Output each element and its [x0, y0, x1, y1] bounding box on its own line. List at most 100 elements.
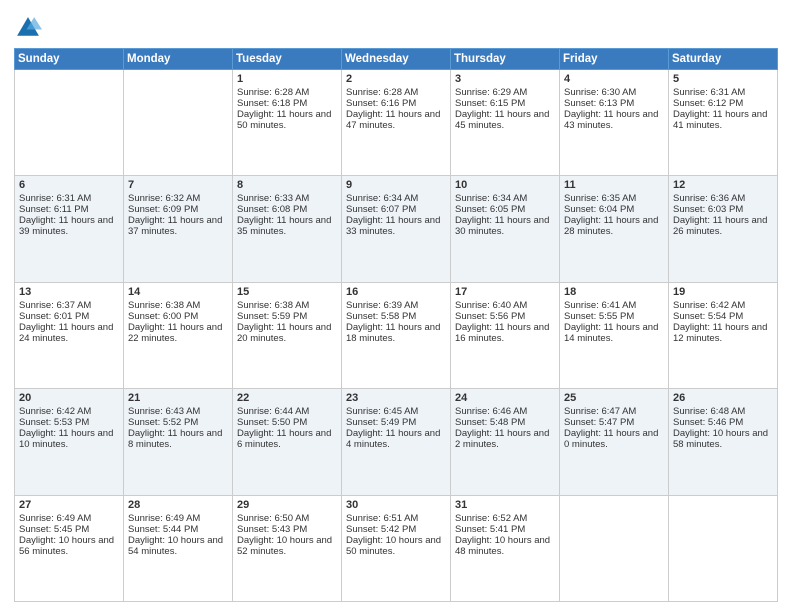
- calendar-cell: 20Sunrise: 6:42 AMSunset: 5:53 PMDayligh…: [15, 389, 124, 495]
- day-info: Sunrise: 6:46 AM: [455, 406, 555, 417]
- day-info: Daylight: 11 hours and 18 minutes.: [346, 322, 446, 344]
- day-info: Daylight: 10 hours and 54 minutes.: [128, 535, 228, 557]
- day-info: Sunset: 6:01 PM: [19, 311, 119, 322]
- day-info: Daylight: 11 hours and 16 minutes.: [455, 322, 555, 344]
- day-number: 24: [455, 392, 555, 404]
- logo: [14, 14, 44, 42]
- day-info: Daylight: 11 hours and 39 minutes.: [19, 215, 119, 237]
- col-header-friday: Friday: [560, 49, 669, 70]
- calendar-cell: 31Sunrise: 6:52 AMSunset: 5:41 PMDayligh…: [451, 495, 560, 601]
- day-info: Daylight: 10 hours and 52 minutes.: [237, 535, 337, 557]
- calendar-cell: 26Sunrise: 6:48 AMSunset: 5:46 PMDayligh…: [669, 389, 778, 495]
- calendar-cell: 2Sunrise: 6:28 AMSunset: 6:16 PMDaylight…: [342, 70, 451, 176]
- day-info: Sunrise: 6:49 AM: [19, 513, 119, 524]
- day-number: 21: [128, 392, 228, 404]
- day-number: 27: [19, 499, 119, 511]
- calendar-cell: 5Sunrise: 6:31 AMSunset: 6:12 PMDaylight…: [669, 70, 778, 176]
- day-number: 10: [455, 179, 555, 191]
- calendar-cell: 14Sunrise: 6:38 AMSunset: 6:00 PMDayligh…: [124, 282, 233, 388]
- calendar-row: 20Sunrise: 6:42 AMSunset: 5:53 PMDayligh…: [15, 389, 778, 495]
- day-info: Sunset: 6:18 PM: [237, 98, 337, 109]
- day-info: Sunrise: 6:42 AM: [19, 406, 119, 417]
- col-header-thursday: Thursday: [451, 49, 560, 70]
- day-info: Daylight: 11 hours and 12 minutes.: [673, 322, 773, 344]
- logo-icon: [14, 14, 42, 42]
- calendar-cell: 6 Sunrise: 6:31 AMSunset: 6:11 PMDaylight…: [15, 176, 124, 282]
- day-info: Sunrise: 6:31 AM: [19, 193, 119, 204]
- day-info: Sunrise: 6:44 AM: [237, 406, 337, 417]
- day-info: Sunrise: 6:33 AM: [237, 193, 337, 204]
- day-info: Sunset: 6:03 PM: [673, 204, 773, 215]
- day-info: Sunset: 6:13 PM: [564, 98, 664, 109]
- col-header-wednesday: Wednesday: [342, 49, 451, 70]
- day-info: Sunset: 5:49 PM: [346, 417, 446, 428]
- day-info: Sunset: 5:55 PM: [564, 311, 664, 322]
- day-number: 17: [455, 286, 555, 298]
- day-info: Daylight: 11 hours and 43 minutes.: [564, 109, 664, 131]
- calendar-row: 6Sunrise: 6:31 AMSunset: 6:11 PMDaylight…: [15, 176, 778, 282]
- day-info: Sunset: 6:15 PM: [455, 98, 555, 109]
- day-info: Sunset: 5:52 PM: [128, 417, 228, 428]
- calendar-table: SundayMondayTuesdayWednesdayThursdayFrid…: [14, 48, 778, 602]
- day-info: Daylight: 11 hours and 50 minutes.: [237, 109, 337, 131]
- day-number: 15: [237, 286, 337, 298]
- day-number: 8: [237, 179, 337, 191]
- day-info: Sunrise: 6:38 AM: [128, 300, 228, 311]
- day-info: Sunset: 5:44 PM: [128, 524, 228, 535]
- calendar-cell: 25Sunrise: 6:47 AMSunset: 5:47 PMDayligh…: [560, 389, 669, 495]
- day-info: Sunrise: 6:28 AM: [346, 87, 446, 98]
- day-info: Daylight: 11 hours and 26 minutes.: [673, 215, 773, 237]
- day-info: Sunset: 5:46 PM: [673, 417, 773, 428]
- col-header-saturday: Saturday: [669, 49, 778, 70]
- day-info: Daylight: 11 hours and 35 minutes.: [237, 215, 337, 237]
- day-info: Sunrise: 6:31 AM: [673, 87, 773, 98]
- day-info: Sunrise: 6:43 AM: [128, 406, 228, 417]
- day-info: Daylight: 10 hours and 58 minutes.: [673, 428, 773, 450]
- calendar-cell: 23Sunrise: 6:45 AMSunset: 5:49 PMDayligh…: [342, 389, 451, 495]
- day-info: Sunset: 6:12 PM: [673, 98, 773, 109]
- day-info: Sunset: 6:05 PM: [455, 204, 555, 215]
- day-number: 26: [673, 392, 773, 404]
- day-info: Sunrise: 6:51 AM: [346, 513, 446, 524]
- day-number: 18: [564, 286, 664, 298]
- day-info: Sunset: 5:59 PM: [237, 311, 337, 322]
- day-info: Sunrise: 6:38 AM: [237, 300, 337, 311]
- calendar-cell: 9Sunrise: 6:34 AMSunset: 6:07 PMDaylight…: [342, 176, 451, 282]
- day-info: Sunrise: 6:40 AM: [455, 300, 555, 311]
- day-info: Sunrise: 6:32 AM: [128, 193, 228, 204]
- calendar-cell: 12Sunrise: 6:36 AMSunset: 6:03 PMDayligh…: [669, 176, 778, 282]
- day-number: 28: [128, 499, 228, 511]
- day-info: Sunset: 5:54 PM: [673, 311, 773, 322]
- calendar-cell: [669, 495, 778, 601]
- col-header-monday: Monday: [124, 49, 233, 70]
- day-info: Sunrise: 6:37 AM: [19, 300, 119, 311]
- calendar-cell: 27Sunrise: 6:49 AMSunset: 5:45 PMDayligh…: [15, 495, 124, 601]
- calendar-cell: [124, 70, 233, 176]
- day-info: Sunset: 5:42 PM: [346, 524, 446, 535]
- day-info: Daylight: 11 hours and 33 minutes.: [346, 215, 446, 237]
- day-info: Sunset: 5:45 PM: [19, 524, 119, 535]
- day-number: 6: [19, 179, 119, 191]
- day-info: Sunrise: 6:34 AM: [455, 193, 555, 204]
- day-number: 5: [673, 73, 773, 85]
- day-info: Daylight: 11 hours and 24 minutes.: [19, 322, 119, 344]
- day-number: 4: [564, 73, 664, 85]
- day-number: 19: [673, 286, 773, 298]
- calendar-cell: 21 Sunrise: 6:43 AMSunset: 5:52 PMDayligh…: [124, 389, 233, 495]
- day-number: 7: [128, 179, 228, 191]
- day-info: Daylight: 11 hours and 8 minutes.: [128, 428, 228, 450]
- day-info: Sunrise: 6:30 AM: [564, 87, 664, 98]
- day-info: Sunrise: 6:49 AM: [128, 513, 228, 524]
- day-info: Daylight: 11 hours and 22 minutes.: [128, 322, 228, 344]
- day-info: Daylight: 11 hours and 37 minutes.: [128, 215, 228, 237]
- calendar-cell: 10Sunrise: 6:34 AMSunset: 6:05 PMDayligh…: [451, 176, 560, 282]
- calendar-cell: 17Sunrise: 6:40 AMSunset: 5:56 PMDayligh…: [451, 282, 560, 388]
- day-info: Sunrise: 6:35 AM: [564, 193, 664, 204]
- calendar-cell: 15Sunrise: 6:38 AMSunset: 5:59 PMDayligh…: [233, 282, 342, 388]
- day-info: Sunrise: 6:39 AM: [346, 300, 446, 311]
- col-header-sunday: Sunday: [15, 49, 124, 70]
- day-info: Sunset: 6:11 PM: [19, 204, 119, 215]
- day-number: 9: [346, 179, 446, 191]
- day-info: Sunset: 5:41 PM: [455, 524, 555, 535]
- day-number: 22: [237, 392, 337, 404]
